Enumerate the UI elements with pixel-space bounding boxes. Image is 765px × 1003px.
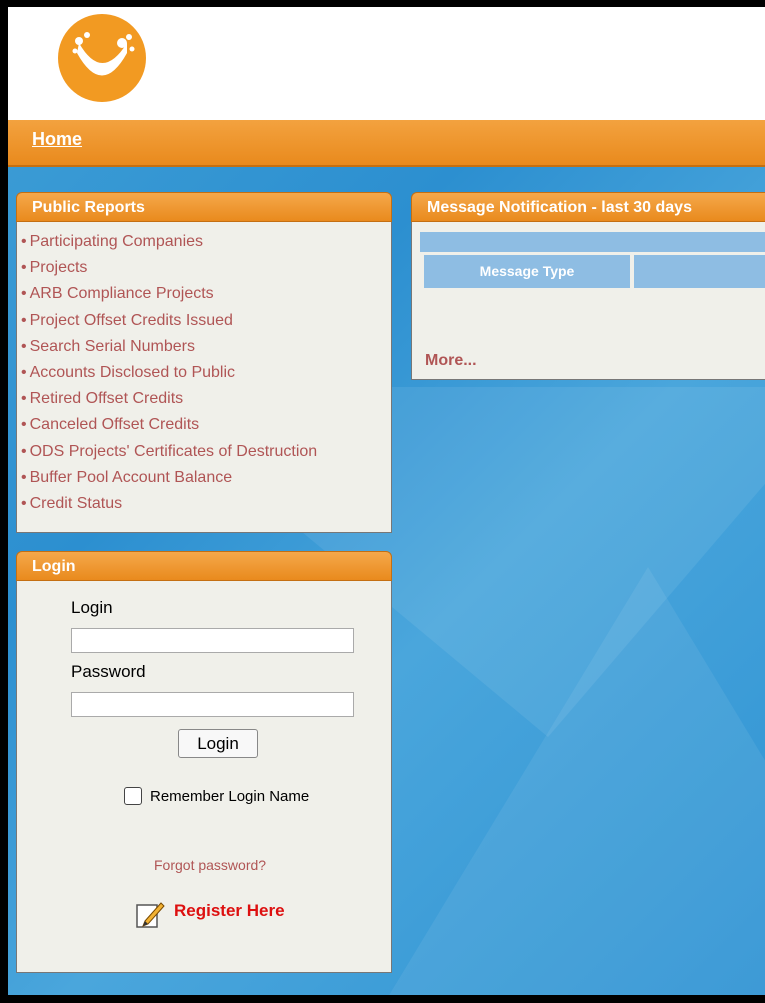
nav-bar: Home (8, 120, 765, 167)
report-link-retired-offset-credits[interactable]: • Retired Offset Credits (21, 386, 391, 412)
report-link-projects[interactable]: • Projects (21, 255, 391, 281)
login-label: Login (71, 598, 113, 617)
register-here-link[interactable]: Register Here (174, 901, 285, 921)
nav-home-link[interactable]: Home (32, 129, 82, 150)
public-reports-list: • Participating Companies • Projects • ARB … (16, 222, 392, 533)
message-notification-panel: Message Notification - last 30 days Mess… (411, 192, 765, 380)
forgot-password-link[interactable]: Forgot password? (154, 857, 266, 873)
report-link-ods-certificates[interactable]: • ODS Projects' Certificates of Destructi… (21, 439, 391, 465)
report-link-participating-companies[interactable]: • Participating Companies (21, 229, 391, 255)
report-link-accounts-disclosed[interactable]: • Accounts Disclosed to Public (21, 360, 391, 386)
login-input[interactable] (71, 628, 354, 653)
public-reports-title: Public Reports (16, 192, 392, 222)
report-link-credit-status[interactable]: • Credit Status (21, 491, 391, 517)
message-type-column-header[interactable]: Message Type (424, 255, 630, 288)
report-link-project-offset-credits-issued[interactable]: • Project Offset Credits Issued (21, 308, 391, 334)
pencil-edit-icon[interactable] (135, 899, 165, 929)
login-button[interactable]: Login (178, 729, 258, 758)
message-table-caption-bar (420, 232, 765, 252)
remember-login-checkbox[interactable] (124, 787, 142, 805)
report-link-arb-compliance-projects[interactable]: • ARB Compliance Projects (21, 281, 391, 307)
header (8, 7, 765, 120)
login-title: Login (16, 551, 392, 581)
more-messages-link[interactable]: More... (425, 352, 477, 370)
password-label: Password (71, 662, 146, 681)
message-column-header[interactable] (634, 255, 765, 288)
message-notification-title: Message Notification - last 30 days (411, 192, 765, 222)
public-reports-panel: Public Reports • Participating Companies … (16, 192, 392, 533)
message-notification-body: Message Type More... (411, 222, 765, 380)
report-link-buffer-pool-balance[interactable]: • Buffer Pool Account Balance (21, 465, 391, 491)
logo-icon (58, 14, 146, 102)
login-form: Login Password Login Remember Login Name… (16, 581, 392, 973)
remember-login-label[interactable]: Remember Login Name (150, 788, 309, 805)
page-frame: Home Public Reports • Participating Compa… (8, 7, 765, 995)
password-input[interactable] (71, 692, 354, 717)
report-link-canceled-offset-credits[interactable]: • Canceled Offset Credits (21, 412, 391, 438)
login-panel: Login Login Password Login Remember Logi… (16, 551, 392, 973)
report-link-search-serial-numbers[interactable]: • Search Serial Numbers (21, 334, 391, 360)
